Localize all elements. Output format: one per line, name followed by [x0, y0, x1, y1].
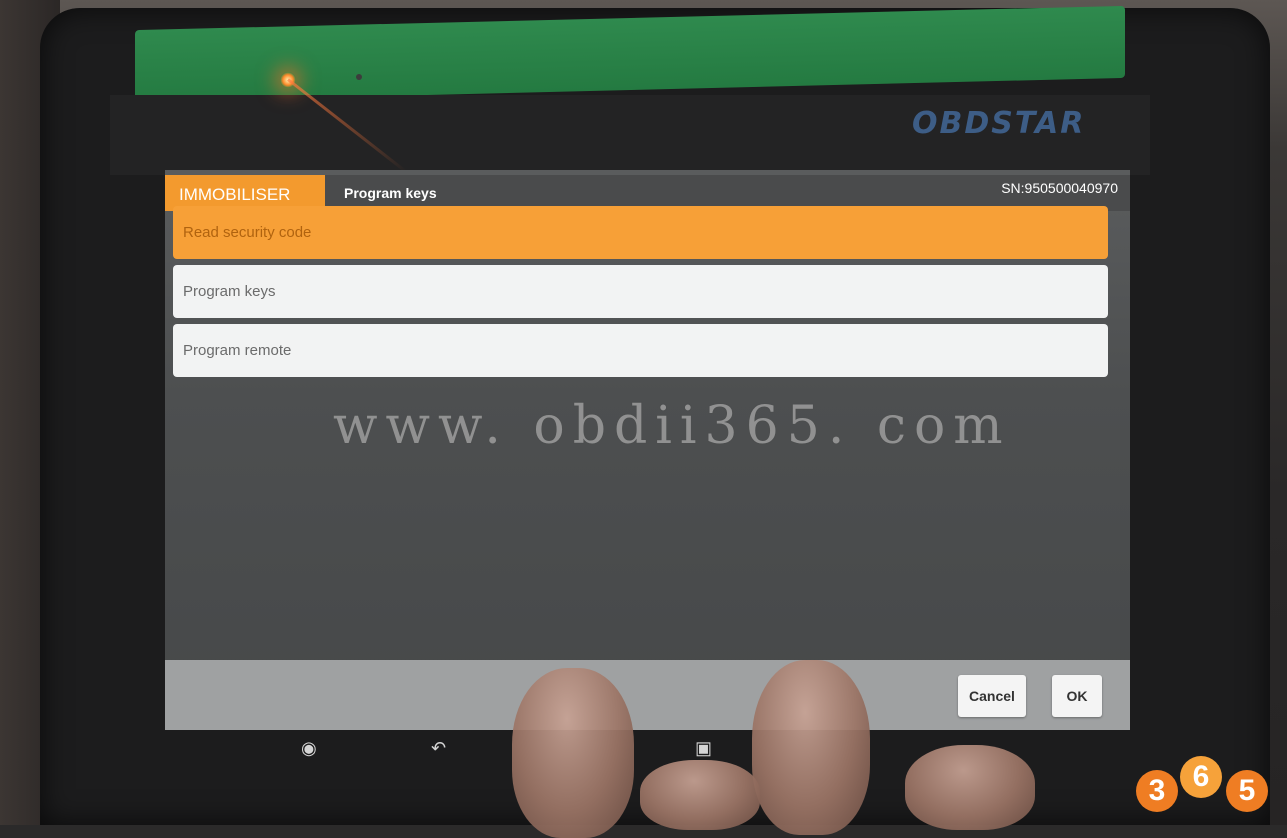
- logo-digit: 3: [1136, 770, 1178, 812]
- menu-item-program-remote[interactable]: Program remote: [173, 324, 1108, 377]
- logo-digit: 5: [1226, 770, 1268, 812]
- finger: [905, 745, 1035, 830]
- menu-item-read-security-code[interactable]: Read security code: [173, 206, 1108, 259]
- logo-digit: 6: [1180, 756, 1222, 798]
- site-logo: 3 6 5: [1132, 742, 1282, 822]
- recent-apps-icon[interactable]: ▣: [695, 738, 712, 759]
- finger: [512, 668, 634, 838]
- function-menu-list: Read security code Program keys Program …: [173, 206, 1108, 383]
- back-icon[interactable]: ↶: [431, 738, 446, 759]
- action-bar: Cancel OK: [165, 660, 1130, 730]
- cancel-button[interactable]: Cancel: [958, 675, 1026, 717]
- home-icon[interactable]: ◉: [301, 738, 317, 759]
- menu-item-program-keys[interactable]: Program keys: [173, 265, 1108, 318]
- app-screen: IMMOBILISER Program keys SN:950500040970…: [165, 170, 1130, 730]
- brand-logo: OBDSTAR: [912, 106, 1086, 141]
- watermark: www. obdii365. com: [333, 396, 1011, 456]
- finger: [752, 660, 870, 835]
- serial-number: SN:950500040970: [1001, 180, 1118, 196]
- finger: [640, 760, 760, 830]
- camera-icon: [356, 74, 362, 80]
- ok-button[interactable]: OK: [1052, 675, 1102, 717]
